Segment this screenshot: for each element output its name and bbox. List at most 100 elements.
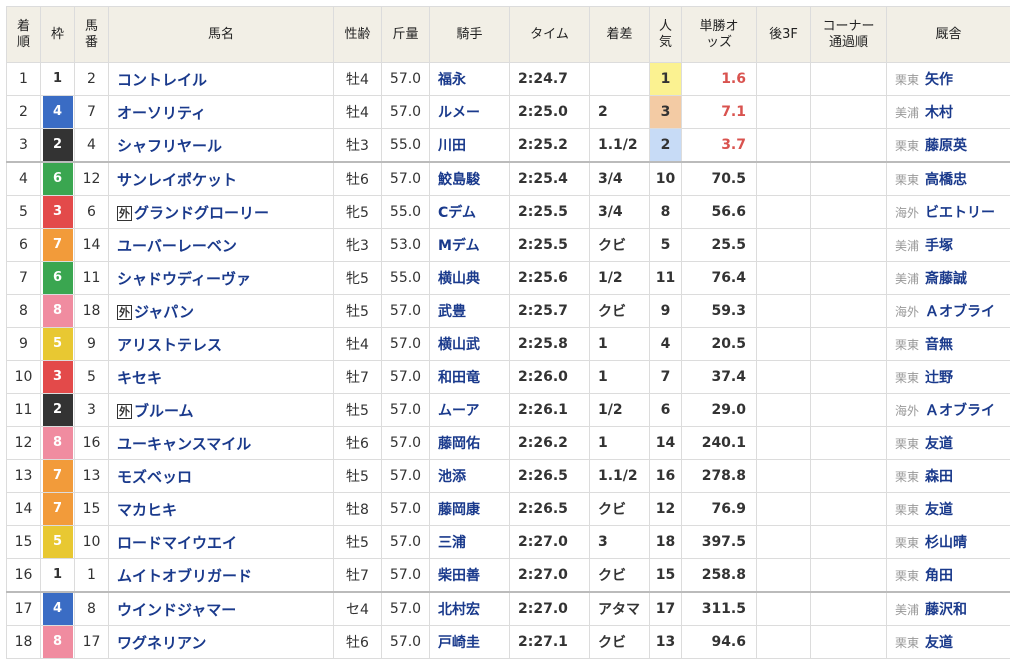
trainer-link[interactable]: Ａオブライ [925,403,995,419]
sexage-cell: 牡6 [334,626,382,659]
trainer-link[interactable]: 音無 [925,337,953,353]
horse-link[interactable]: ユーバーレーベン [117,237,237,255]
horse-link[interactable]: ムイトオブリガード [117,567,252,585]
horse-link[interactable]: コントレイル [117,71,207,89]
sexage-cell: 牡4 [334,96,382,129]
odds-cell: 20.5 [682,328,757,361]
horse-link[interactable]: ユーキャンスマイル [117,435,251,453]
trainer-link[interactable]: 藤原英 [925,138,967,154]
trainer-link[interactable]: 木村 [925,105,953,121]
horse-link[interactable]: キセキ [117,369,162,387]
last3f-cell [757,626,811,659]
odds-cell: 7.1 [682,96,757,129]
time-cell: 2:25.2 [510,129,590,163]
jockey-link[interactable]: 鮫島駿 [438,172,480,188]
horse-link[interactable]: ワグネリアン [117,634,206,652]
rank-cell: 9 [7,328,41,361]
horse-cell: ウインドジャマー [109,592,334,626]
jockey-link[interactable]: 藤岡康 [438,502,480,518]
last3f-cell [757,526,811,559]
trainer-link[interactable]: ビエトリー [925,205,995,221]
horse-cell: コントレイル [109,63,334,96]
last3f-cell [757,262,811,295]
odds-cell: 311.5 [682,592,757,626]
waku-badge: 8 [43,626,73,658]
last3f-cell [757,493,811,526]
horse-link[interactable]: シャフリヤール [117,137,222,155]
corner-cell [811,129,887,163]
jockey-link[interactable]: 戸崎圭 [438,635,480,651]
trainer-link[interactable]: 友道 [925,502,953,518]
horse-cell: サンレイポケット [109,162,334,196]
jockey-link[interactable]: 和田竜 [438,370,480,386]
trainer-cell: 栗東杉山晴 [887,526,1010,559]
horse-cell: キセキ [109,361,334,394]
trainer-link[interactable]: 角田 [925,568,953,584]
jockey-link[interactable]: 福永 [438,72,466,88]
jockey-link[interactable]: Mデム [438,238,480,254]
horse-link[interactable]: ブルーム [134,402,194,420]
umaban-cell: 10 [75,526,109,559]
trainer-link[interactable]: 杉山晴 [925,535,967,551]
horse-link[interactable]: グランドグローリー [134,204,269,222]
trainer-link[interactable]: 矢作 [925,72,953,88]
trainer-link[interactable]: 斎藤誠 [925,271,967,287]
corner-cell [811,559,887,593]
jockey-link[interactable]: 池添 [438,469,466,485]
table-row: 7611シャドウディーヴァ牝555.0横山典2:25.61/21176.4美浦斎… [7,262,1010,295]
horse-link[interactable]: ジャパン [134,303,194,321]
stable-region: 栗東 [895,536,919,550]
header-rank: 着順 [7,7,41,63]
jockey-cell: 柴田善 [430,559,510,593]
time-cell: 2:25.4 [510,162,590,196]
trainer-link[interactable]: 藤沢和 [925,602,967,618]
margin-cell [590,63,650,96]
umaban-cell: 15 [75,493,109,526]
umaban-cell: 16 [75,427,109,460]
trainer-link[interactable]: 友道 [925,436,953,452]
jockey-link[interactable]: 川田 [438,138,466,154]
jockey-link[interactable]: 三浦 [438,535,466,551]
horse-link[interactable]: マカヒキ [117,501,177,519]
horse-link[interactable]: ロードマイウエイ [117,534,237,552]
waku-cell: 2 [41,129,75,163]
waku-badge: 2 [43,394,73,426]
jockey-link[interactable]: Cデム [438,205,476,221]
waku-cell: 1 [41,63,75,96]
trainer-cell: 栗東友道 [887,626,1010,659]
jockey-link[interactable]: 横山典 [438,271,480,287]
jockey-link[interactable]: 武豊 [438,304,466,320]
trainer-link[interactable]: 友道 [925,635,953,651]
popularity-cell: 6 [650,394,682,427]
jockey-link[interactable]: ムーア [438,403,479,419]
weight-cell: 57.0 [382,626,430,659]
waku-badge: 2 [43,129,73,161]
trainer-link[interactable]: 高橋忠 [925,172,967,188]
trainer-link[interactable]: 辻野 [925,370,953,386]
horse-link[interactable]: サンレイポケット [117,171,237,189]
horse-link[interactable]: ウインドジャマー [117,601,236,619]
table-row: 14715マカヒキ牡857.0藤岡康2:26.5クビ1276.9栗東友道 [7,493,1010,526]
jockey-cell: 北村宏 [430,592,510,626]
sexage-cell: 牝5 [334,262,382,295]
umaban-cell: 6 [75,196,109,229]
horse-cell: ワグネリアン [109,626,334,659]
trainer-link[interactable]: 手塚 [925,238,953,254]
trainer-link[interactable]: Ａオブライ [925,304,995,320]
trainer-link[interactable]: 森田 [925,469,953,485]
jockey-link[interactable]: 北村宏 [438,602,480,618]
jockey-link[interactable]: 藤岡佑 [438,436,480,452]
popularity-cell: 16 [650,460,682,493]
odds-cell: 397.5 [682,526,757,559]
jockey-link[interactable]: ルメー [438,105,480,121]
jockey-link[interactable]: 柴田善 [438,568,480,584]
popularity-cell: 3 [650,96,682,129]
horse-link[interactable]: シャドウディーヴァ [117,270,251,288]
jockey-cell: Cデム [430,196,510,229]
horse-link[interactable]: アリストテレス [117,336,222,354]
jockey-link[interactable]: 横山武 [438,337,480,353]
horse-link[interactable]: オーソリティ [117,104,206,122]
time-cell: 2:25.5 [510,196,590,229]
horse-link[interactable]: モズベッロ [117,468,192,486]
last3f-cell [757,229,811,262]
